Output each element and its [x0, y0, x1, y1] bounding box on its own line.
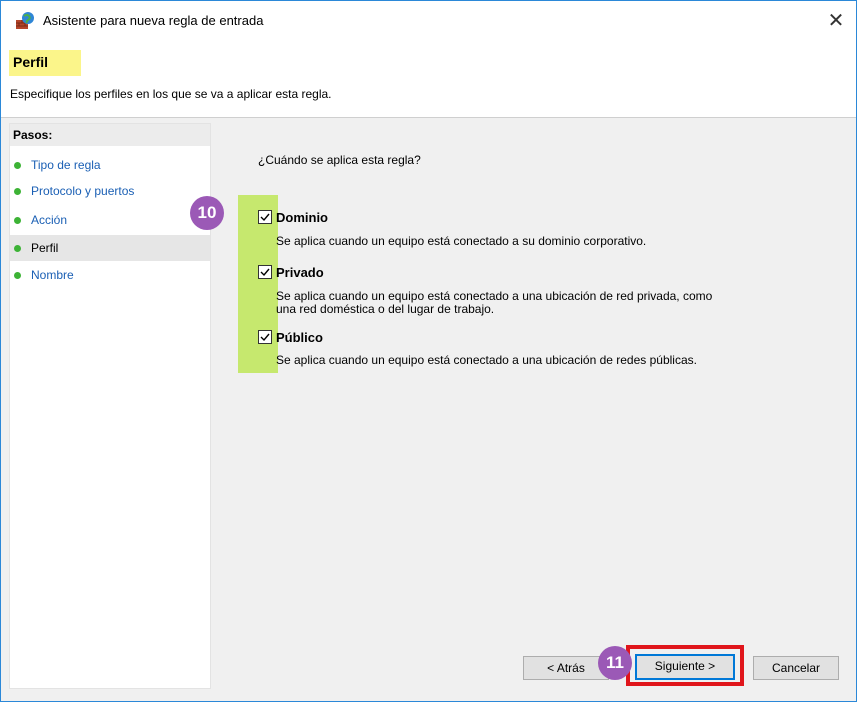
- question-text: ¿Cuándo se aplica esta regla?: [258, 153, 421, 167]
- wizard-window: Asistente para nueva regla de entrada ✕ …: [0, 0, 857, 702]
- wizard-header: Perfil Especifique los perfiles en los q…: [1, 41, 856, 118]
- green-dot-icon: [14, 272, 21, 279]
- step-tipo-de-regla[interactable]: Tipo de regla: [10, 152, 210, 178]
- close-button[interactable]: ✕: [816, 7, 856, 35]
- close-icon: ✕: [827, 10, 845, 32]
- page-title: Perfil: [13, 54, 49, 70]
- green-dot-icon: [14, 162, 21, 169]
- step-badge-10: 10: [190, 196, 224, 230]
- content-panel: ¿Cuándo se aplica esta regla? 10 Dominio…: [190, 123, 848, 687]
- publico-label[interactable]: Público: [276, 330, 323, 345]
- cancel-button[interactable]: Cancelar: [753, 656, 839, 680]
- step-accion[interactable]: Acción: [10, 207, 210, 233]
- privado-description-line2: una red doméstica o del lugar de trabajo…: [276, 302, 495, 316]
- title-bar: Asistente para nueva regla de entrada ✕: [1, 1, 856, 41]
- page-description: Especifique los perfiles en los que se v…: [10, 87, 332, 101]
- green-dot-icon: [14, 188, 21, 195]
- step-protocolo-y-puertos[interactable]: Protocolo y puertos: [10, 178, 210, 204]
- checkmark-icon: [260, 213, 270, 222]
- step-label: Perfil: [31, 241, 59, 255]
- step-label: Protocolo y puertos: [31, 184, 135, 198]
- dominio-description: Se aplica cuando un equipo está conectad…: [276, 234, 647, 248]
- privado-label[interactable]: Privado: [276, 265, 324, 280]
- dominio-label[interactable]: Dominio: [276, 210, 328, 225]
- step-label: Nombre: [31, 268, 74, 282]
- sidebar-title: Pasos:: [13, 128, 53, 142]
- checkmark-icon: [260, 333, 270, 342]
- step-nombre[interactable]: Nombre: [10, 262, 210, 288]
- privado-checkbox[interactable]: [258, 265, 272, 279]
- step-perfil[interactable]: Perfil: [10, 235, 210, 261]
- back-button[interactable]: < Atrás: [523, 656, 609, 680]
- dominio-checkbox[interactable]: [258, 210, 272, 224]
- step-label: Acción: [31, 213, 68, 227]
- next-button[interactable]: Siguiente >: [635, 654, 735, 680]
- checkmark-icon: [260, 268, 270, 277]
- publico-description: Se aplica cuando un equipo está conectad…: [276, 353, 697, 367]
- firewall-globe-icon: [16, 12, 34, 29]
- window-title: Asistente para nueva regla de entrada: [43, 13, 264, 28]
- step-label: Tipo de regla: [31, 158, 101, 172]
- publico-checkbox[interactable]: [258, 330, 272, 344]
- step-badge-11: 11: [598, 646, 632, 680]
- green-dot-icon: [14, 245, 21, 252]
- steps-sidebar: Pasos: Tipo de regla Protocolo y puertos…: [9, 123, 211, 689]
- green-dot-icon: [14, 217, 21, 224]
